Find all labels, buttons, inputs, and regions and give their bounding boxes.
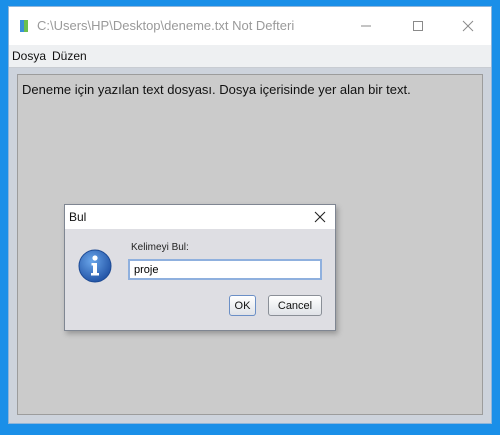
editor-content: Deneme için yazılan text dosyası. Dosya … (22, 82, 411, 97)
find-dialog: Bul Kelimeyi Bul: OK Cancel (64, 204, 336, 331)
dialog-title: Bul (69, 210, 87, 224)
info-icon (77, 248, 113, 284)
dialog-titlebar[interactable]: Bul (65, 205, 335, 229)
dialog-close-icon[interactable] (313, 210, 327, 224)
window-titlebar[interactable]: C:\Users\HP\Desktop\deneme.txt Not Defte… (9, 7, 491, 45)
find-input[interactable] (128, 259, 322, 280)
app-icon (19, 19, 29, 33)
menu-bar: Dosya Düzen (9, 45, 491, 68)
cancel-button[interactable]: Cancel (268, 295, 322, 316)
maximize-icon[interactable] (395, 7, 441, 45)
menu-item-duzen[interactable]: Düzen (52, 49, 87, 63)
close-icon[interactable] (445, 7, 491, 45)
ok-button[interactable]: OK (229, 295, 256, 316)
window-title: C:\Users\HP\Desktop\deneme.txt Not Defte… (37, 18, 295, 33)
minimize-icon[interactable] (343, 7, 389, 45)
menu-item-dosya[interactable]: Dosya (12, 49, 46, 63)
find-label: Kelimeyi Bul: (131, 242, 189, 253)
